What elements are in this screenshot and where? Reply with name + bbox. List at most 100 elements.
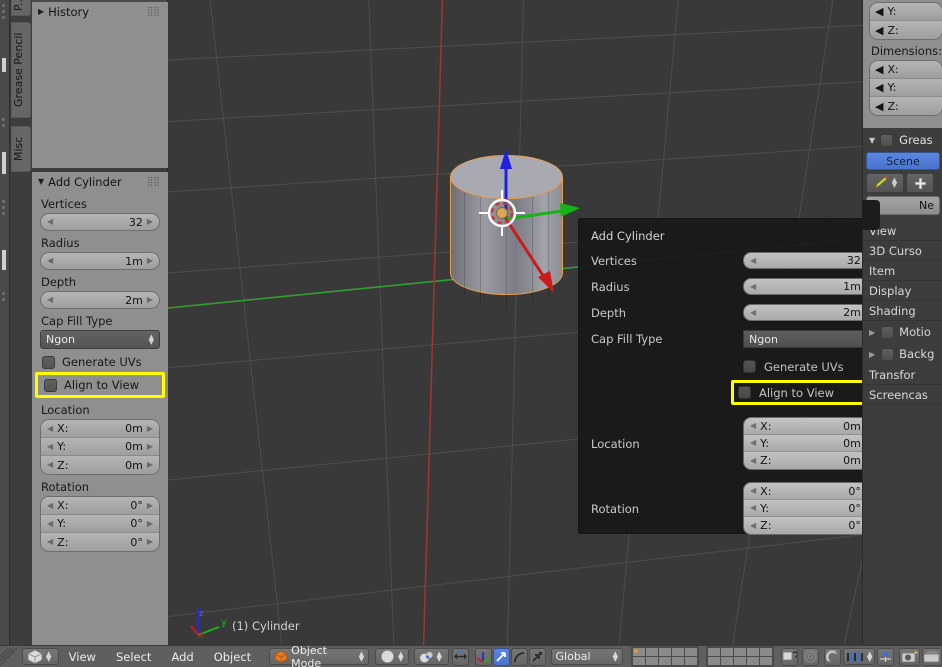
- tab-misc[interactable]: Misc: [11, 126, 31, 172]
- viewport-header-bar[interactable]: ▲ ▼ View Select Add Object Object Mode ▲ ▼: [0, 644, 942, 667]
- decrement-icon[interactable]: ◀: [750, 504, 756, 512]
- transform-partial-group[interactable]: ◀ Y: ◀ Z:: [869, 2, 942, 40]
- scene-datablock-button[interactable]: Scene: [866, 152, 940, 170]
- rotation-y-input[interactable]: ◀ Y: 0° ▶: [41, 515, 159, 533]
- vertices-input[interactable]: ◀ 32 ▶: [40, 213, 160, 231]
- popup-rotation-vector-group[interactable]: ◀ X: 0° ▶ ◀ Y: 0° ▶ ◀ Z: 0°: [743, 482, 878, 535]
- decrement-icon[interactable]: ◀: [875, 5, 883, 18]
- layer-cell[interactable]: [721, 648, 733, 656]
- datablock-icon-row[interactable]: ▲ ▼: [866, 173, 940, 193]
- add-cylinder-panel[interactable]: ▼ Add Cylinder Vertices ◀ 32 ▶ Radius ◀ …: [32, 172, 168, 645]
- decrement-icon[interactable]: ◀: [750, 521, 756, 530]
- drag-grip-icon[interactable]: [147, 178, 160, 187]
- menu-select[interactable]: Select: [106, 650, 161, 664]
- decrement-icon[interactable]: ◀: [47, 424, 53, 433]
- layer-cell[interactable]: [672, 648, 684, 656]
- manipulator-scale-button[interactable]: [528, 647, 546, 666]
- editor-type-button[interactable]: ▲ ▼: [22, 648, 59, 665]
- right-menu-screencast[interactable]: Screencas: [863, 385, 942, 405]
- pencil-mode-button[interactable]: ▲ ▼: [866, 173, 904, 193]
- increment-icon[interactable]: ▶: [147, 461, 153, 469]
- decrement-icon[interactable]: ◀: [47, 442, 53, 451]
- drag-grip-icon[interactable]: [147, 8, 160, 17]
- toolshelf-panel[interactable]: ▶ History ▼ Add Cylinder Vertices ◀ 32 ▶…: [32, 0, 168, 645]
- layer-grid-bottom[interactable]: [706, 646, 774, 667]
- increment-icon[interactable]: ▶: [147, 296, 153, 304]
- layer-cell[interactable]: [633, 657, 645, 665]
- transform-orientation-selector[interactable]: Global ▲ ▼: [550, 648, 623, 665]
- checkbox-icon[interactable]: [881, 325, 895, 339]
- increment-icon[interactable]: ▶: [147, 538, 153, 546]
- decrement-icon[interactable]: ◀: [875, 100, 883, 113]
- depth-input[interactable]: ◀ 2m ▶: [40, 291, 160, 309]
- layer-cell[interactable]: [747, 657, 759, 665]
- layer-cell[interactable]: [760, 648, 772, 656]
- increment-icon[interactable]: ▶: [147, 424, 153, 433]
- layer-cell[interactable]: [734, 657, 746, 665]
- dimensions-z-input[interactable]: ◀ Z:: [870, 97, 942, 115]
- tab-grease-pencil[interactable]: Grease Pencil: [11, 22, 31, 118]
- generate-uvs-checkbox-row[interactable]: Generate UVs: [40, 352, 160, 372]
- decrement-icon[interactable]: ◀: [750, 422, 756, 430]
- render-button[interactable]: [802, 647, 819, 666]
- decrement-icon[interactable]: ◀: [875, 24, 883, 37]
- manipulator-rotate-button[interactable]: [492, 647, 510, 666]
- checkbox-icon[interactable]: [738, 386, 751, 399]
- corner-resize-grip[interactable]: [0, 647, 18, 667]
- popup-location-z-input[interactable]: ◀ Z: 0m ▶: [744, 452, 877, 469]
- snap-magnet-button[interactable]: [824, 647, 841, 666]
- decrement-icon[interactable]: ◀: [875, 63, 883, 76]
- manipulator-translate-button[interactable]: [474, 647, 492, 666]
- right-menu-background-images[interactable]: ▶ Backg: [863, 343, 942, 365]
- right-menu-3d-cursor[interactable]: 3D Curso: [863, 241, 942, 261]
- popup-cap-fill-dropdown[interactable]: Ngon ▲▼: [743, 330, 878, 348]
- checkbox-icon[interactable]: [880, 133, 894, 147]
- layer-cell[interactable]: [646, 648, 658, 656]
- tab-physics[interactable]: P...: [11, 0, 31, 16]
- manipulator-arc-button[interactable]: [510, 647, 528, 666]
- checkbox-icon[interactable]: [743, 360, 756, 373]
- right-menu-item[interactable]: Item: [863, 261, 942, 281]
- mode-selector[interactable]: Object Mode ▲ ▼: [269, 644, 370, 667]
- layer-cell[interactable]: [633, 648, 645, 656]
- checkbox-icon[interactable]: [42, 355, 55, 369]
- popup-rotation-z-input[interactable]: ◀ Z: 0° ▶: [744, 517, 877, 534]
- dimensions-x-input[interactable]: ◀ X:: [870, 61, 942, 79]
- layer-cell[interactable]: [659, 648, 671, 656]
- history-panel[interactable]: ▶ History: [32, 2, 168, 168]
- right-menu-display[interactable]: Display: [863, 281, 942, 301]
- transform-z-input[interactable]: ◀ Z:: [870, 21, 942, 39]
- layer-cell[interactable]: [708, 657, 720, 665]
- increment-icon[interactable]: ▶: [147, 442, 153, 451]
- popup-generate-uvs-checkbox-row[interactable]: Generate UVs: [743, 357, 878, 376]
- region-edge-strip[interactable]: [0, 0, 10, 645]
- right-menu-shading[interactable]: Shading: [863, 301, 942, 321]
- menu-view[interactable]: View: [59, 650, 106, 664]
- increment-icon[interactable]: ▶: [147, 519, 153, 528]
- increment-icon[interactable]: ▶: [147, 257, 153, 265]
- location-y-input[interactable]: ◀ Y: 0m ▶: [41, 438, 159, 456]
- cylinder-object[interactable]: [450, 149, 580, 315]
- menu-object[interactable]: Object: [204, 650, 261, 664]
- dimensions-vector-group[interactable]: ◀ X: ◀ Y: ◀ Z:: [869, 60, 942, 116]
- lock-layers-button[interactable]: [781, 647, 798, 666]
- camera-button[interactable]: [899, 647, 920, 666]
- popup-radius-input[interactable]: ◀ 1m ▶: [743, 278, 878, 295]
- history-panel-header[interactable]: ▶ History: [32, 2, 168, 22]
- layer-cell[interactable]: [659, 657, 671, 665]
- layer-cell[interactable]: [685, 648, 697, 656]
- pivot-point-button[interactable]: ▲ ▼: [413, 648, 449, 665]
- snap-target-button[interactable]: [877, 647, 895, 666]
- decrement-icon[interactable]: ◀: [750, 439, 756, 447]
- layer-cell[interactable]: [760, 657, 772, 665]
- right-menu-transform[interactable]: Transfor: [863, 365, 942, 385]
- manipulator-toggle-button[interactable]: [451, 647, 469, 666]
- add-cylinder-panel-header[interactable]: ▼ Add Cylinder: [32, 172, 168, 192]
- layer-cell[interactable]: [721, 657, 733, 665]
- rotation-vector-group[interactable]: ◀ X: 0° ▶ ◀ Y: 0° ▶ ◀ Z: 0° ▶: [40, 496, 160, 552]
- rotation-x-input[interactable]: ◀ X: 0° ▶: [41, 497, 159, 515]
- menu-add[interactable]: Add: [161, 650, 203, 664]
- add-datablock-button[interactable]: [906, 173, 934, 193]
- popup-location-x-input[interactable]: ◀ X: 0m ▶: [744, 418, 877, 435]
- decrement-icon[interactable]: ◀: [47, 501, 53, 510]
